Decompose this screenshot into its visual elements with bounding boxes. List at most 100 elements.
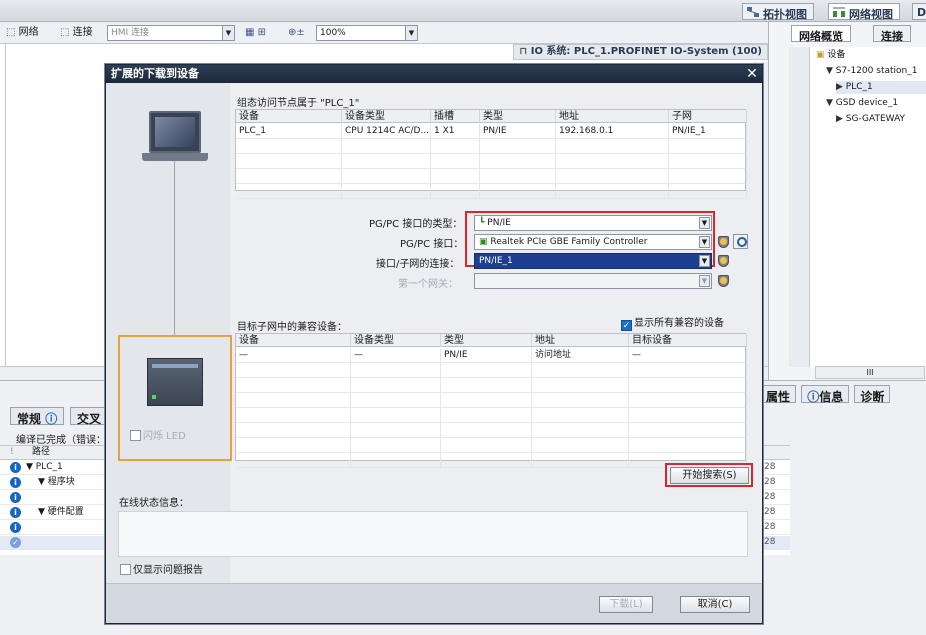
grid-cell (669, 184, 747, 198)
grid-cell[interactable]: — (236, 348, 351, 362)
grid-cell[interactable]: 1 X1 (431, 124, 480, 138)
message-number: 28 (764, 462, 776, 472)
scroll-thumb-label: III (866, 368, 874, 377)
network-view-tab[interactable]: 网络视图 (828, 3, 900, 21)
pgpc-type-select[interactable]: ┗ PN/IE ▼ (474, 215, 712, 231)
show-all-compatible-label: 显示所有兼容的设备 (634, 318, 724, 329)
tab-connections-label: 连接 (881, 30, 903, 43)
grid-cell[interactable]: — (629, 348, 747, 362)
grid-cell[interactable]: 访问地址 (532, 348, 629, 362)
message-number: 28 (764, 477, 776, 487)
grid-cell (431, 154, 480, 168)
pgpc-type-value: PN/IE (487, 218, 511, 228)
grid-cell (629, 393, 747, 407)
tab-general[interactable]: 常规 ⓘ (10, 407, 65, 426)
first-gateway-select[interactable]: ▼ (474, 273, 712, 289)
grid-cell (669, 139, 747, 153)
grid-header[interactable]: 类型 (480, 110, 556, 123)
tab-diagnostics[interactable]: 诊断 (854, 385, 891, 404)
grid-cell (236, 363, 351, 377)
overview-column-gutter (789, 47, 809, 367)
chevron-down-icon: ▼ (222, 26, 234, 40)
grid-header[interactable]: 子网 (669, 110, 747, 123)
laptop-base (142, 153, 208, 161)
device-view-label: D (917, 6, 926, 19)
grid-cell (236, 423, 351, 437)
zoom-select[interactable]: 100% ▼ (316, 25, 418, 41)
grid-cell (236, 154, 342, 168)
compatible-devices-grid: 设备 设备类型 类型 地址 目标设备 — — PN/IE 访问地址 — (235, 333, 747, 468)
collapse-arrow-icon: ▶ (836, 82, 846, 92)
layout-icon[interactable]: ▦ ⊞ (245, 25, 266, 41)
tree-item[interactable]: ▼ S7-1200 station_1 (826, 65, 926, 78)
expand-arrow-icon: ▼ (826, 98, 836, 108)
show-all-compatible-checkbox[interactable]: ✓ 显示所有兼容的设备 (621, 314, 724, 331)
info-icon: i (10, 477, 21, 488)
subnet-properties-icon[interactable] (718, 255, 729, 267)
topology-view-tab[interactable]: 拓扑视图 (742, 3, 814, 21)
grid-cell (629, 438, 747, 452)
network-view-label: 网络视图 (849, 8, 893, 21)
grid-header[interactable]: 目标设备 (629, 334, 747, 347)
tab-network-overview[interactable]: 网络概览 (791, 25, 851, 43)
tree-item[interactable]: ▼ GSD device_1 (826, 97, 926, 110)
topology-view-label: 拓扑视图 (763, 8, 807, 21)
cancel-button[interactable]: 取消(C) (680, 596, 750, 613)
interface-properties-icon[interactable] (718, 236, 729, 248)
grid-cell[interactable]: CPU 1214C AC/D... (342, 124, 431, 138)
grid-header[interactable]: 插槽 (431, 110, 480, 123)
only-problem-reports-checkbox[interactable]: 仅显示问题报告 (120, 561, 203, 576)
dialog-footer: 下载(L) 取消(C) (106, 583, 762, 623)
gateway-properties-icon[interactable] (718, 275, 729, 287)
pgpc-interface-label: PG/PC 接口： (400, 239, 464, 250)
grid-header[interactable]: 地址 (556, 110, 669, 123)
flash-led-checkbox[interactable]: 闪烁 LED (130, 427, 186, 442)
tree-item[interactable]: ▣ 设备 (816, 49, 926, 62)
grid-cell (431, 184, 480, 198)
grid-header[interactable]: 类型 (441, 334, 532, 347)
overview-hscroll[interactable]: III (815, 366, 925, 379)
grid-header[interactable]: 设备 (236, 110, 342, 123)
grid-cell (669, 154, 747, 168)
pgpc-interface-select[interactable]: ▣ Realtek PCIe GBE Family Controller ▼ (474, 234, 712, 250)
grid-cell[interactable]: PN/IE (441, 348, 532, 362)
tab-properties[interactable]: 属性 (760, 385, 797, 404)
subnet-connection-label: 接口/子网的连接： (376, 259, 460, 270)
network-tool[interactable]: ⬚ 网络 (6, 25, 39, 41)
tab-info[interactable]: ⓘ信息 (801, 385, 850, 404)
pgpc-type-label: PG/PC 接口的类型： (369, 219, 463, 230)
grid-cell (236, 378, 351, 392)
grid-header[interactable]: 设备类型 (342, 110, 431, 123)
grid-cell (351, 363, 441, 377)
grid-cell[interactable]: PLC_1 (236, 124, 342, 138)
subnet-connection-select[interactable]: PN/IE_1 ▼ (474, 253, 712, 269)
grid-header[interactable]: 设备类型 (351, 334, 441, 347)
zoom-icon[interactable]: ⊕± (288, 25, 305, 41)
grid-cell[interactable]: 192.168.0.1 (556, 124, 669, 138)
grid-cell (351, 423, 441, 437)
device-view-tab[interactable]: D (912, 3, 926, 20)
grid-header[interactable]: 地址 (532, 334, 629, 347)
grid-cell (480, 154, 556, 168)
connections-tool[interactable]: ⬚ 连接 (60, 25, 93, 41)
tree-item[interactable]: ▶ PLC_1 (836, 81, 926, 94)
overview-tree: ▣ 设备 ▼ S7-1200 station_1 ▶ PLC_1 ▼ GSD devi… (809, 47, 926, 367)
close-icon[interactable]: ✕ (744, 66, 760, 82)
grid-cell (236, 408, 351, 422)
grid-header[interactable]: 设备 (236, 334, 351, 347)
grid-cell[interactable]: PN/IE_1 (669, 124, 747, 138)
tab-connections[interactable]: 连接 (873, 25, 911, 43)
tab-cross-reference[interactable]: 交叉 (70, 407, 109, 426)
grid-cell[interactable]: — (351, 348, 441, 362)
load-button[interactable]: 下载(L) (599, 596, 653, 613)
grid-cell (236, 169, 342, 183)
tree-item[interactable]: ▶ SG-GATEWAY (836, 113, 926, 126)
grid-cell[interactable]: PN/IE (480, 124, 556, 138)
io-system-text: IO 系统: PLC_1.PROFINET IO-System (100) (530, 46, 762, 57)
network-overview-pane: 网络概览 连接 ▣ 设备 ▼ S7-1200 station_1 ▶ PLC_1 ▼ … (768, 22, 926, 380)
diagnose-search-icon[interactable] (733, 234, 748, 249)
grid-cell (556, 184, 669, 198)
start-search-button[interactable]: 开始搜索(S) (670, 467, 749, 484)
pg-pc-laptop-icon (149, 111, 201, 153)
connection-type-select[interactable]: HMI 连接 ▼ (107, 25, 235, 41)
